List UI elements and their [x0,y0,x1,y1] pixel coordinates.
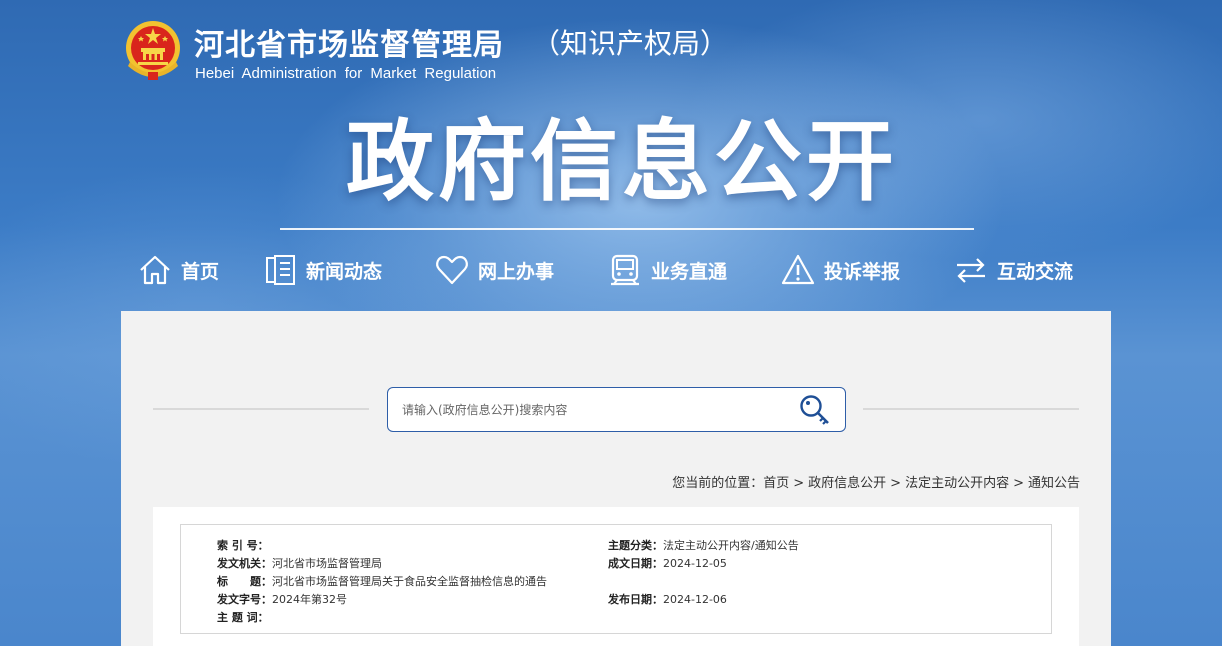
info-created-date: 成文日期：2024-12-05 [608,555,727,571]
site-english-title: Hebei Administration for Market Regulati… [195,65,497,82]
info-title: 标 题：河北省市场监督管理局关于食品安全监督抽检信息的通告 [217,573,547,589]
document-info-table: 索 引 号： 发文机关：河北省市场监督管理局 标 题：河北省市场监督管理局关于食… [180,524,1052,634]
exchange-icon [953,252,989,288]
info-label: 发布日期： [608,593,663,606]
document-icon [262,252,298,288]
info-value: 2024-12-05 [663,557,727,570]
info-doc-no: 发文字号：2024年第32号 [217,591,347,607]
info-value: 2024年第32号 [272,593,347,606]
breadcrumb-separator: > [890,476,902,491]
search-button[interactable] [797,393,833,427]
nav-item-interaction[interactable]: 互动交流 [953,248,1073,292]
info-value: 法定主动公开内容/通知公告 [663,539,799,552]
breadcrumb-link-notices[interactable]: 通知公告 [1028,476,1080,491]
heart-icon [434,252,470,288]
info-value: 河北省市场监督管理局关于食品安全监督抽检信息的通告 [272,575,547,588]
breadcrumb: 您当前的位置：首页 > 政府信息公开 > 法定主动公开内容 > 通知公告 [672,472,1080,491]
info-label: 发文机关： [217,557,272,570]
site-title: 河北省市场监督管理局 [194,28,504,63]
nav-item-label: 首页 [181,260,220,283]
divider-right [863,408,1079,410]
breadcrumb-prefix: 您当前的位置： [672,476,764,491]
national-emblem-icon [122,18,184,82]
nav-item-business-direct[interactable]: 业务直通 [607,248,727,292]
divider-left [153,408,369,410]
warning-icon [780,252,816,288]
info-category: 主题分类：法定主动公开内容/通知公告 [608,537,799,553]
info-value: 河北省市场监督管理局 [272,557,382,570]
search-key-icon [797,395,833,431]
nav-item-news[interactable]: 新闻动态 [262,248,382,292]
home-icon [137,252,173,288]
nav-item-label: 网上办事 [478,260,555,283]
nav-item-label: 新闻动态 [306,260,383,283]
info-label: 成文日期： [608,557,663,570]
nav-item-online-service[interactable]: 网上办事 [434,248,554,292]
site-subtitle: （知识产权局） [532,27,729,60]
nav-item-label: 业务直通 [651,260,728,283]
nav-item-label: 投诉举报 [824,260,901,283]
document-info-section: 索 引 号： 发文机关：河北省市场监督管理局 标 题：河北省市场监督管理局关于食… [153,507,1079,646]
search-box [387,387,846,432]
breadcrumb-link-mandatory[interactable]: 法定主动公开内容 [905,476,1009,491]
train-icon [607,252,643,288]
banner-title: 政府信息公开 [346,110,899,213]
info-index-no: 索 引 号： [217,537,269,553]
nav-item-complaint[interactable]: 投诉举报 [780,248,900,292]
info-label: 主题分类： [608,539,663,552]
main-nav: 首页 新闻动态 网上办事 业务直通 投诉举报 互动交流 [0,248,1222,296]
info-published-date: 发布日期：2024-12-06 [608,591,727,607]
info-label: 索 引 号： [217,539,269,552]
info-value: 2024-12-06 [663,593,727,606]
breadcrumb-link-gov-info[interactable]: 政府信息公开 [808,476,886,491]
banner-divider [280,228,974,230]
content-panel: 您当前的位置：首页>政府信息公开>法定主动公开内容>通知公告 索 引 号： 发文… [121,311,1111,646]
nav-item-home[interactable]: 首页 [137,248,219,292]
info-label: 发文字号： [217,593,272,606]
info-label: 主 题 词： [217,611,269,624]
breadcrumb-separator: > [1013,476,1024,491]
info-keywords: 主 题 词： [217,609,269,625]
info-label: 标 题： [217,575,272,588]
breadcrumb-separator: > [793,476,805,491]
nav-item-label: 互动交流 [997,260,1074,283]
info-issuer: 发文机关：河北省市场监督管理局 [217,555,382,571]
breadcrumb-link-home[interactable]: 首页 [763,476,789,491]
search-input[interactable] [402,398,782,422]
